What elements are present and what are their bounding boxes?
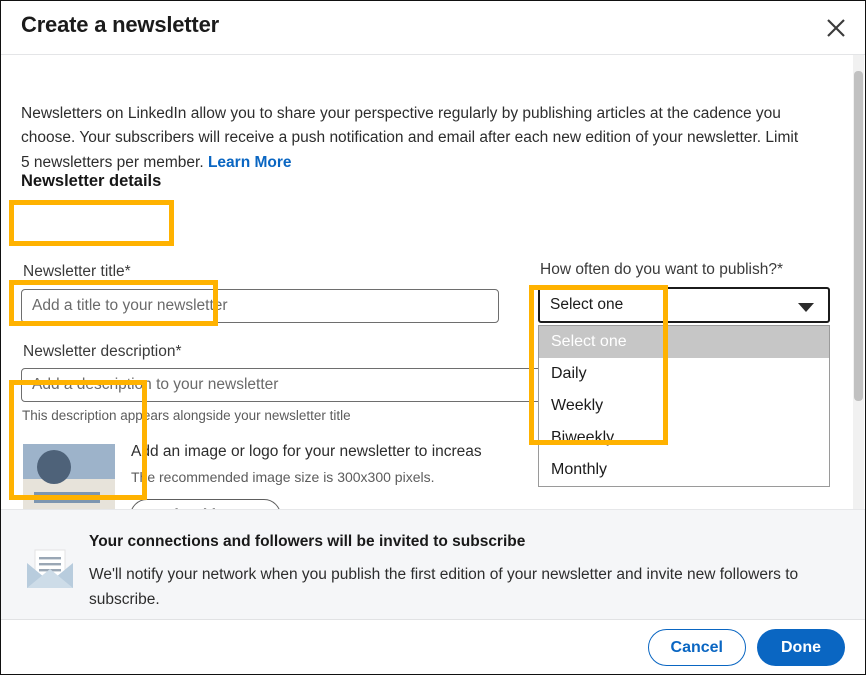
done-button[interactable]: Done <box>757 629 845 666</box>
newsletter-title-label: Newsletter title* <box>23 263 131 280</box>
description-helper-text: This description appears alongside your … <box>22 408 351 423</box>
subscribe-info-banner: Your connections and followers will be i… <box>1 509 865 620</box>
close-button[interactable] <box>817 9 855 47</box>
banner-description: We'll notify your network when you publi… <box>89 566 799 608</box>
publish-cadence-selected-value: Select one <box>550 296 624 313</box>
thumb-avatar-circle <box>37 450 71 484</box>
modal-body: Newsletters on LinkedIn allow you to sha… <box>1 55 865 509</box>
dropdown-option-weekly[interactable]: Weekly <box>539 390 829 422</box>
modal-header: Create a newsletter <box>1 1 865 55</box>
create-newsletter-modal: Create a newsletter Newsletters on Linke… <box>0 0 866 675</box>
upload-image-button[interactable]: Upload image <box>130 499 281 509</box>
dropdown-option-biweekly[interactable]: Biweekly <box>539 422 829 454</box>
section-heading-newsletter-details: Newsletter details <box>21 172 162 190</box>
image-placeholder-icon <box>23 444 115 509</box>
dropdown-option-monthly[interactable]: Monthly <box>539 454 829 486</box>
modal-scrollbar-track[interactable] <box>853 55 864 509</box>
dropdown-option-select-one[interactable]: Select one <box>539 326 829 358</box>
page-title: Create a newsletter <box>21 12 219 37</box>
dropdown-option-daily[interactable]: Daily <box>539 358 829 390</box>
envelope-icon <box>21 538 79 596</box>
cancel-button[interactable]: Cancel <box>647 629 746 666</box>
intro-text: Newsletters on LinkedIn allow you to sha… <box>21 104 799 171</box>
image-hint-text: The recommended image size is 300x300 pi… <box>131 469 435 485</box>
publish-cadence-select[interactable]: Select one <box>538 287 830 323</box>
modal-footer: Cancel Done <box>1 620 865 674</box>
image-prompt-text: Add an image or logo for your newsletter… <box>131 443 482 460</box>
intro-paragraph: Newsletters on LinkedIn allow you to sha… <box>21 102 811 176</box>
banner-title: Your connections and followers will be i… <box>89 533 526 550</box>
newsletter-description-label: Newsletter description* <box>23 343 182 360</box>
thumb-bar-long <box>34 492 100 503</box>
publish-cadence-dropdown[interactable]: Select one Daily Weekly Biweekly Monthly <box>538 325 830 487</box>
chevron-down-icon <box>798 303 814 312</box>
modal-scrollbar-thumb[interactable] <box>854 71 863 401</box>
close-icon <box>825 17 847 39</box>
newsletter-title-input[interactable] <box>21 289 499 323</box>
learn-more-link[interactable]: Learn More <box>208 154 292 171</box>
publish-cadence-label: How often do you want to publish?* <box>540 261 783 278</box>
